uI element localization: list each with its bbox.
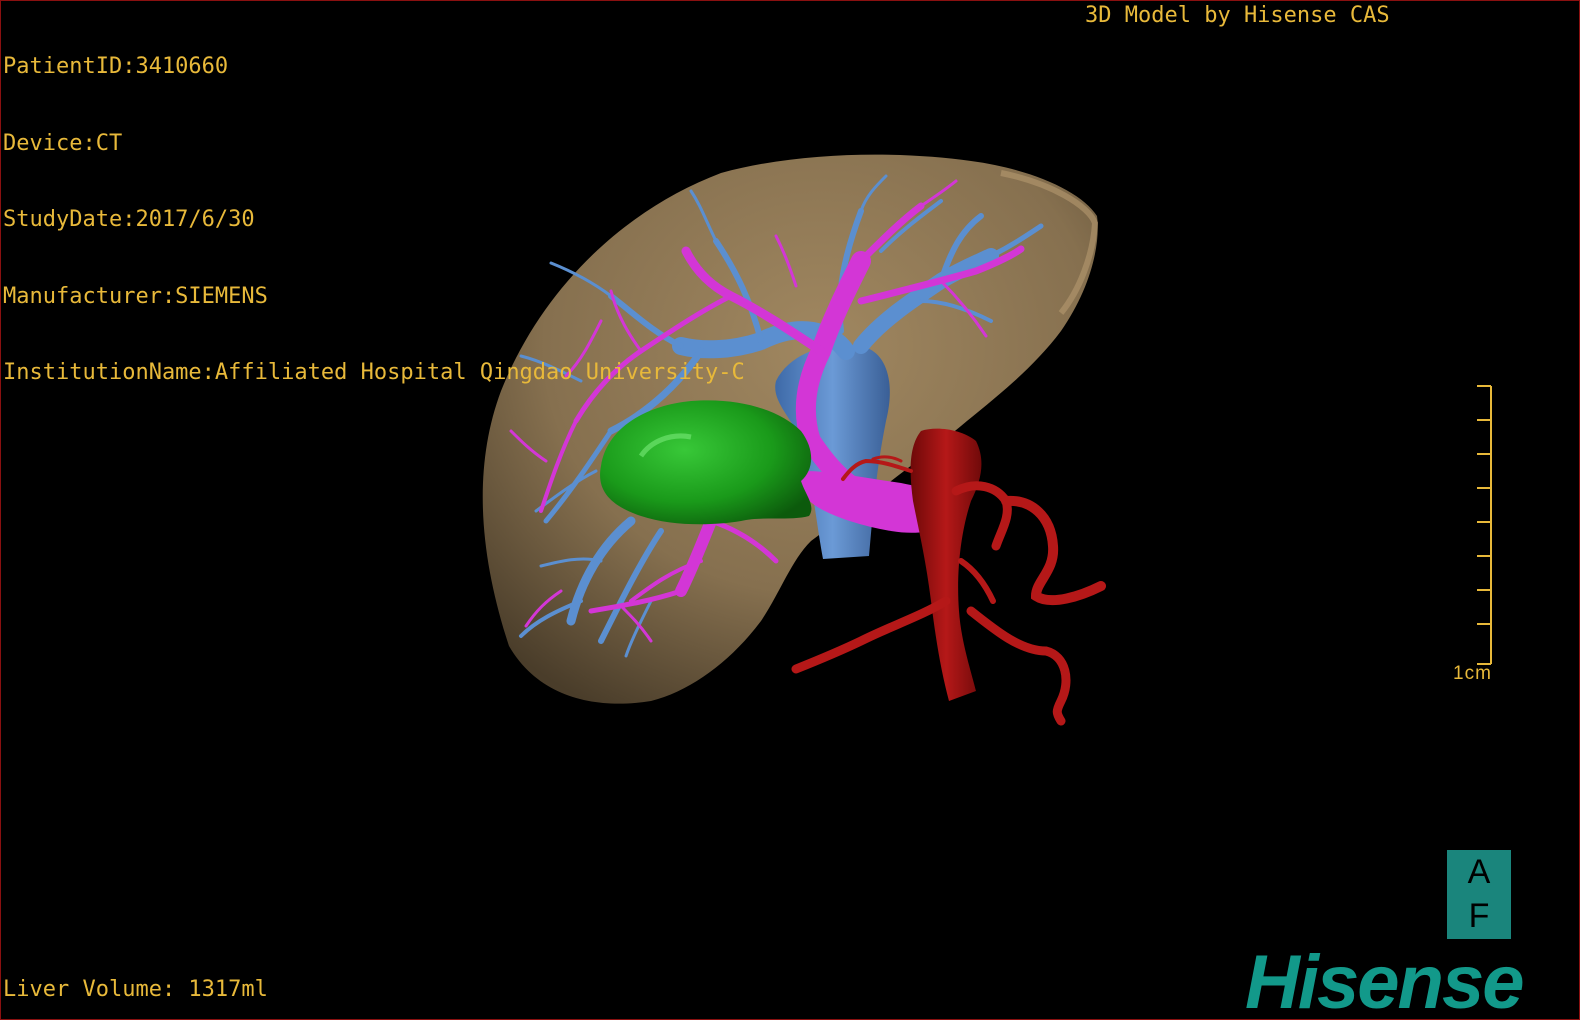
viewport-frame[interactable]: PatientID:3410660 Device:CT StudyDate:20… xyxy=(0,0,1580,1020)
device: Device:CT xyxy=(3,130,123,156)
model-brand-label: 3D Model by Hisense CAS xyxy=(1085,3,1390,28)
scale-label: 1cm xyxy=(1453,663,1492,684)
institution-name: InstitutionName:Affiliated Hospital Qing… xyxy=(3,360,745,385)
patient-id: PatientID:3410660 xyxy=(3,54,229,79)
orientation-top-label: A xyxy=(1467,853,1491,891)
study-date: StudyDate:2017/6/30 xyxy=(3,207,255,232)
manufacturer: Manufacturer:SIEMENS xyxy=(3,283,268,309)
scale-bar xyxy=(1477,385,1492,665)
orientation-bottom-label: F xyxy=(1468,897,1490,935)
hisense-logo: Hisense xyxy=(1245,940,1524,1020)
liver-volume-readout: Liver Volume: 1317ml xyxy=(3,977,268,1002)
study-info-overlay: PatientID:3410660 Device:CT StudyDate:20… xyxy=(3,3,745,437)
orientation-cube[interactable]: A F xyxy=(1447,850,1511,939)
